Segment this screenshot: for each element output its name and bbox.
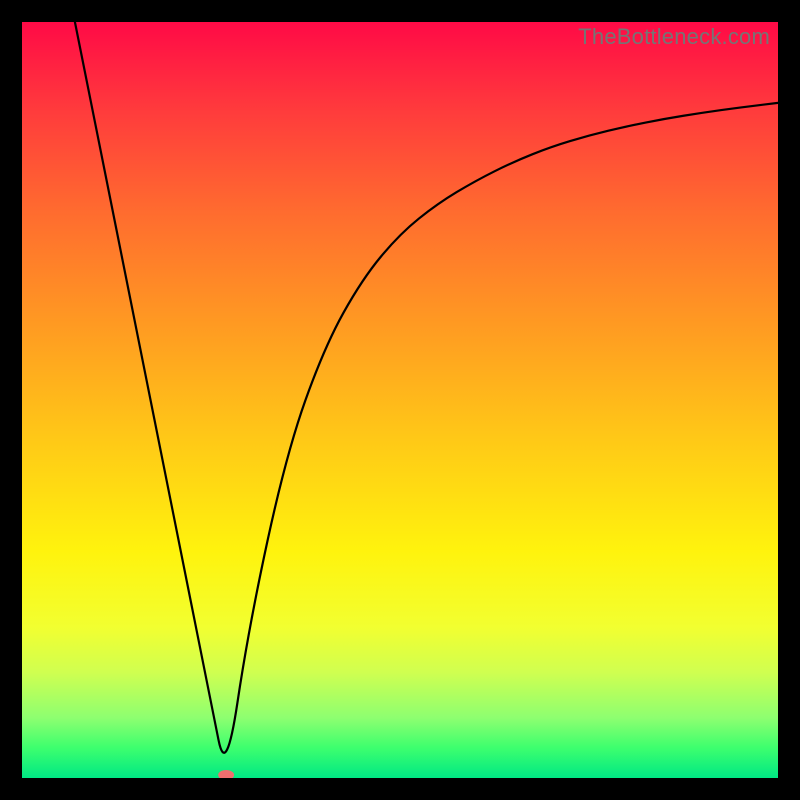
chart-frame: TheBottleneck.com	[0, 0, 800, 800]
bottleneck-curve	[75, 22, 778, 753]
minimum-marker	[218, 770, 234, 778]
curve-svg	[22, 22, 778, 778]
plot-area: TheBottleneck.com	[22, 22, 778, 778]
